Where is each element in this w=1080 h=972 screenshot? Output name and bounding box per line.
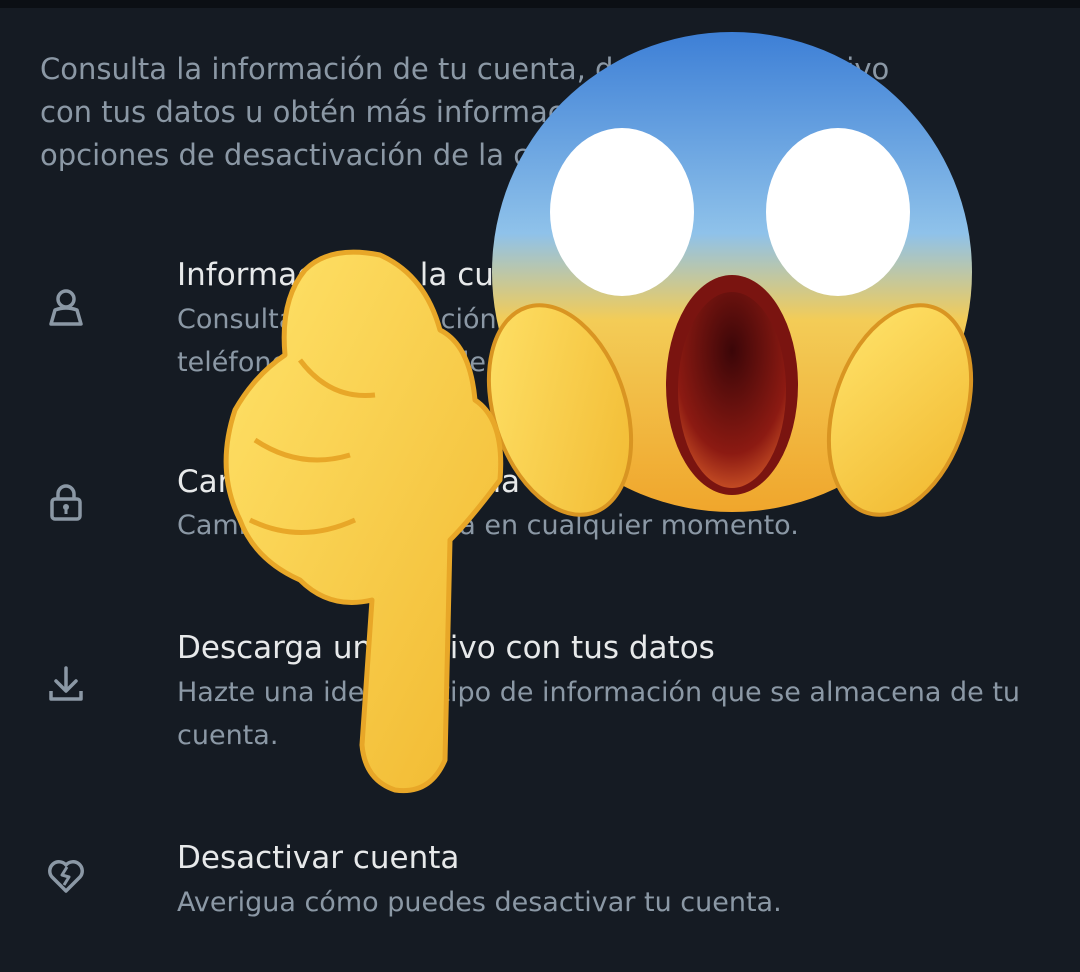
deactivate-account-title: Desactivar cuenta	[177, 840, 460, 876]
download-archive-title: Descarga un archivo con tus datos	[177, 630, 715, 666]
lock-icon	[46, 482, 86, 522]
download-icon	[46, 664, 86, 704]
top-strip	[0, 0, 1080, 8]
broken-heart-icon	[46, 856, 86, 896]
account-info-item[interactable]: Información de la cuenta Consulta la inf…	[0, 250, 1080, 400]
person-icon	[46, 288, 86, 328]
change-password-item[interactable]: Cambia tu contraseña Cambia tu contraseñ…	[0, 462, 1080, 562]
intro-text: Consulta la información de tu cuenta, de…	[40, 52, 890, 172]
account-info-desc: Consulta la información de tu cuenta, co…	[177, 304, 960, 378]
change-password-desc: Cambia tu contraseña en cualquier moment…	[177, 510, 799, 541]
download-archive-desc: Hazte una idea del tipo de información q…	[177, 677, 1021, 751]
account-info-title: Información de la cuenta	[177, 257, 564, 293]
deactivate-account-desc: Averigua cómo puedes desactivar tu cuent…	[177, 887, 782, 918]
deactivate-account-item[interactable]: Desactivar cuenta Averigua cómo puedes d…	[0, 838, 1080, 928]
change-password-title: Cambia tu contraseña	[177, 464, 521, 500]
download-archive-item[interactable]: Descarga un archivo con tus datos Hazte …	[0, 628, 1080, 758]
